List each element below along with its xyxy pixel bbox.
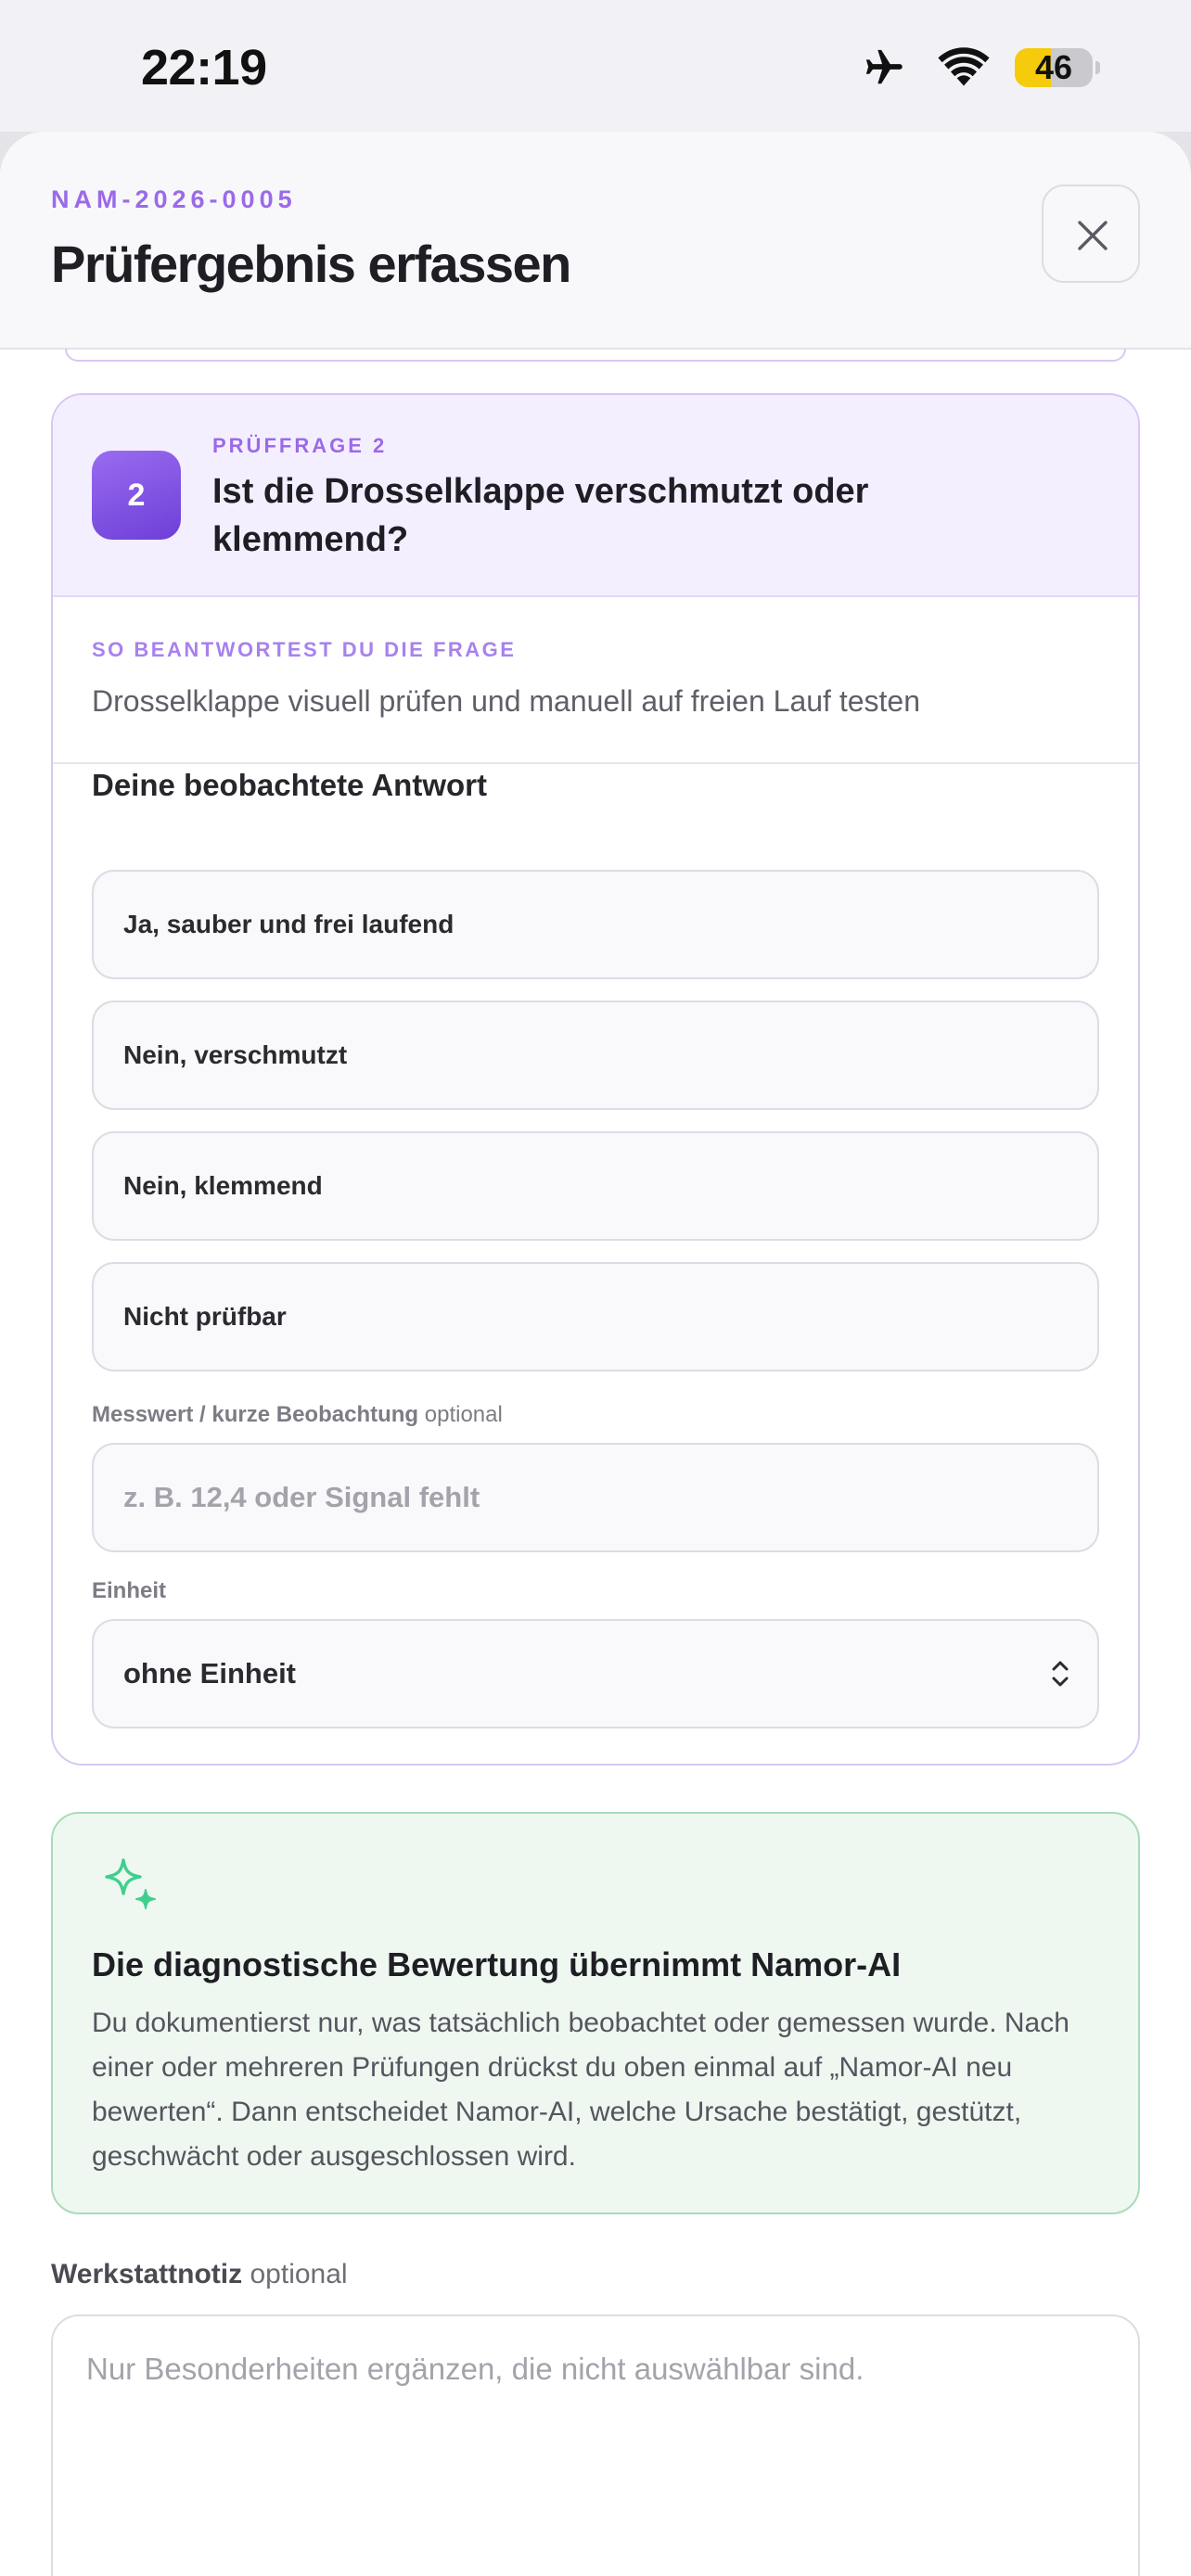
unit-select-value: ohne Einheit <box>123 1657 296 1690</box>
sheet-header: NAM-2026-0005 Prüfergebnis erfassen <box>0 132 1191 350</box>
workshop-note-label-text: Werkstattnotiz <box>51 2259 243 2289</box>
measurement-label: Messwert / kurze Beobachtung optional <box>92 1402 503 1428</box>
reference-code: NAM-2026-0005 <box>51 185 297 213</box>
answer-option-clean[interactable]: Ja, sauber und frei laufend <box>92 870 1099 979</box>
unit-label: Einheit <box>92 1578 167 1603</box>
question-hint: SO BEANTWORTEST DU DIE FRAGE Drosselklap… <box>53 597 1138 764</box>
sparkle-icon <box>105 1858 156 1909</box>
answer-option-not-testable[interactable]: Nicht prüfbar <box>92 1262 1099 1371</box>
close-button[interactable] <box>1042 185 1140 283</box>
measurement-optional: optional <box>424 1402 503 1427</box>
bottom-sheet: NAM-2026-0005 Prüfergebnis erfassen 2 PR… <box>0 132 1191 2576</box>
question-card: 2 PRÜFFRAGE 2 Ist die Drosselklappe vers… <box>51 393 1140 1766</box>
measurement-label-text: Messwert / kurze Beobachtung <box>92 1402 419 1427</box>
battery-icon: 46 <box>1015 46 1100 89</box>
status-bar: 22:19 46 <box>0 0 1191 132</box>
answer-option-dirty[interactable]: Nein, verschmutzt <box>92 1001 1099 1110</box>
chevron-up-down-icon <box>1052 1661 1069 1687</box>
question-header: 2 PRÜFFRAGE 2 Ist die Drosselklappe vers… <box>53 395 1138 597</box>
hint-label: SO BEANTWORTEST DU DIE FRAGE <box>92 638 517 661</box>
answer-heading: Deine beobachtete Antwort <box>92 768 487 802</box>
status-time: 22:19 <box>141 40 267 96</box>
battery-body: 46 <box>1015 48 1093 87</box>
workshop-note-label: Werkstattnotiz optional <box>51 2259 348 2290</box>
hint-text: Drosselklappe visuell prüfen und manuell… <box>92 684 920 718</box>
airplane-icon <box>865 49 903 84</box>
wifi-icon <box>938 47 990 86</box>
workshop-note-textarea[interactable] <box>51 2315 1140 2576</box>
question-title: Ist die Drosselklappe verschmutzt oder k… <box>212 472 869 559</box>
unit-select[interactable]: ohne Einheit <box>92 1619 1099 1728</box>
ai-info-text: Du dokumentierst nur, was tatsächlich be… <box>92 2008 1069 2172</box>
workshop-note-optional: optional <box>250 2259 348 2289</box>
close-icon <box>1078 221 1108 250</box>
sheet-title: Prüfergebnis erfassen <box>51 235 571 293</box>
measurement-input[interactable] <box>92 1443 1099 1552</box>
previous-question-card-edge <box>65 349 1126 362</box>
status-icons: 46 <box>820 41 1191 96</box>
question-label: PRÜFFRAGE 2 <box>212 434 388 457</box>
battery-level: 46 <box>1034 48 1073 86</box>
answer-option-stuck[interactable]: Nein, klemmend <box>92 1131 1099 1241</box>
ai-info-card: Die diagnostische Bewertung übernimmt Na… <box>51 1812 1140 2214</box>
question-number-badge: 2 <box>92 451 181 540</box>
ai-info-title: Die diagnostische Bewertung übernimmt Na… <box>92 1945 902 1983</box>
battery-nub <box>1095 61 1100 74</box>
